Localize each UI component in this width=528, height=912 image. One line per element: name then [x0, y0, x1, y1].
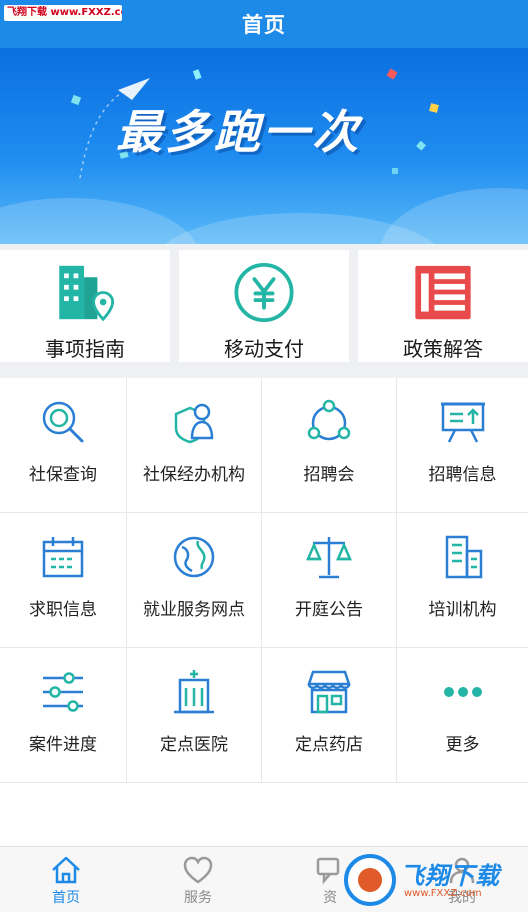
- document-list-icon: [415, 265, 471, 320]
- tab-label: 资: [323, 890, 337, 906]
- tab-home[interactable]: 首页: [0, 847, 132, 912]
- shield-person-icon: [174, 403, 214, 444]
- service-case-progress[interactable]: 案件进度: [0, 648, 127, 783]
- service-grid: 社保查询 社保经办机构 招聘会 招聘信息 求职信息 就业服务网点 开庭公告 培训…: [0, 378, 528, 783]
- service-label: 求职信息: [29, 600, 97, 620]
- service-label: 社保查询: [29, 465, 97, 485]
- service-label: 定点医院: [160, 735, 228, 755]
- presentation-board-icon: [440, 402, 485, 443]
- service-designated-hospital[interactable]: 定点医院: [127, 648, 262, 783]
- watermark-logo-icon: [344, 854, 396, 906]
- office-buildings-icon: [445, 535, 482, 579]
- watermark-overlay: 飞翔下载 www.FXXZ.com: [340, 848, 528, 912]
- service-label: 案件进度: [29, 735, 97, 755]
- home-icon: [52, 856, 80, 884]
- feature-card-policy[interactable]: 政策解答: [358, 250, 528, 362]
- hospital-icon: [174, 670, 214, 714]
- banner-slogan: 最多跑一次: [116, 105, 361, 159]
- watermark-text: 飞翔下载: [400, 862, 500, 890]
- banner[interactable]: 最多跑一次: [0, 48, 528, 244]
- service-training-institutions[interactable]: 培训机构: [397, 513, 528, 648]
- service-job-fair[interactable]: 招聘会: [262, 378, 397, 513]
- building-location-icon: [59, 265, 115, 322]
- yuan-coin-icon: [234, 262, 294, 323]
- feature-card-guide[interactable]: 事项指南: [0, 250, 170, 362]
- more-dots-icon: [443, 687, 482, 697]
- service-label: 更多: [445, 735, 480, 755]
- tab-services[interactable]: 服务: [132, 847, 264, 912]
- service-label: 招聘会: [303, 465, 355, 485]
- sliders-icon: [43, 672, 83, 712]
- watermark-url: www.FXXZ.com: [404, 888, 482, 899]
- feature-cards: 事项指南 移动支付 政策解答: [0, 244, 528, 370]
- service-label: 定点药店: [295, 735, 363, 755]
- service-label: 招聘信息: [428, 465, 497, 485]
- globe-icon: [173, 536, 215, 578]
- service-designated-pharmacy[interactable]: 定点药店: [262, 648, 397, 783]
- network-circle-icon: [307, 399, 351, 441]
- feature-card-label: 移动支付: [224, 337, 304, 361]
- service-job-info[interactable]: 招聘信息: [397, 378, 528, 513]
- service-employment-points[interactable]: 就业服务网点: [127, 513, 262, 648]
- service-label: 社保经办机构: [143, 465, 245, 485]
- feature-card-label: 政策解答: [403, 337, 483, 361]
- app-screen: 飞翔下载 www.FXXZ.com 首页 最多跑一次: [0, 0, 528, 912]
- tab-label: 服务: [184, 890, 212, 906]
- service-social-security-office[interactable]: 社保经办机构: [127, 378, 262, 513]
- service-label: 就业服务网点: [143, 600, 245, 620]
- feature-card-label: 事项指南: [45, 337, 125, 361]
- heart-icon: [183, 856, 213, 884]
- magnifier-icon: [42, 401, 84, 443]
- service-label: 开庭公告: [295, 600, 363, 620]
- store-icon: [307, 670, 351, 714]
- tab-label: 首页: [52, 890, 80, 906]
- service-more[interactable]: 更多: [397, 648, 528, 783]
- header-bar: 飞翔下载 www.FXXZ.com 首页: [0, 0, 528, 48]
- service-social-security-query[interactable]: 社保查询: [0, 378, 127, 513]
- section-divider: [0, 370, 528, 378]
- page-title: 首页: [242, 13, 286, 37]
- feature-card-payment[interactable]: 移动支付: [179, 250, 349, 362]
- service-label: 培训机构: [428, 600, 497, 620]
- scales-icon: [306, 537, 352, 579]
- service-job-seeking[interactable]: 求职信息: [0, 513, 127, 648]
- service-court-notice[interactable]: 开庭公告: [262, 513, 397, 648]
- calendar-icon: [42, 537, 84, 578]
- watermark-label: 飞翔下载 www.FXXZ.com: [4, 5, 122, 21]
